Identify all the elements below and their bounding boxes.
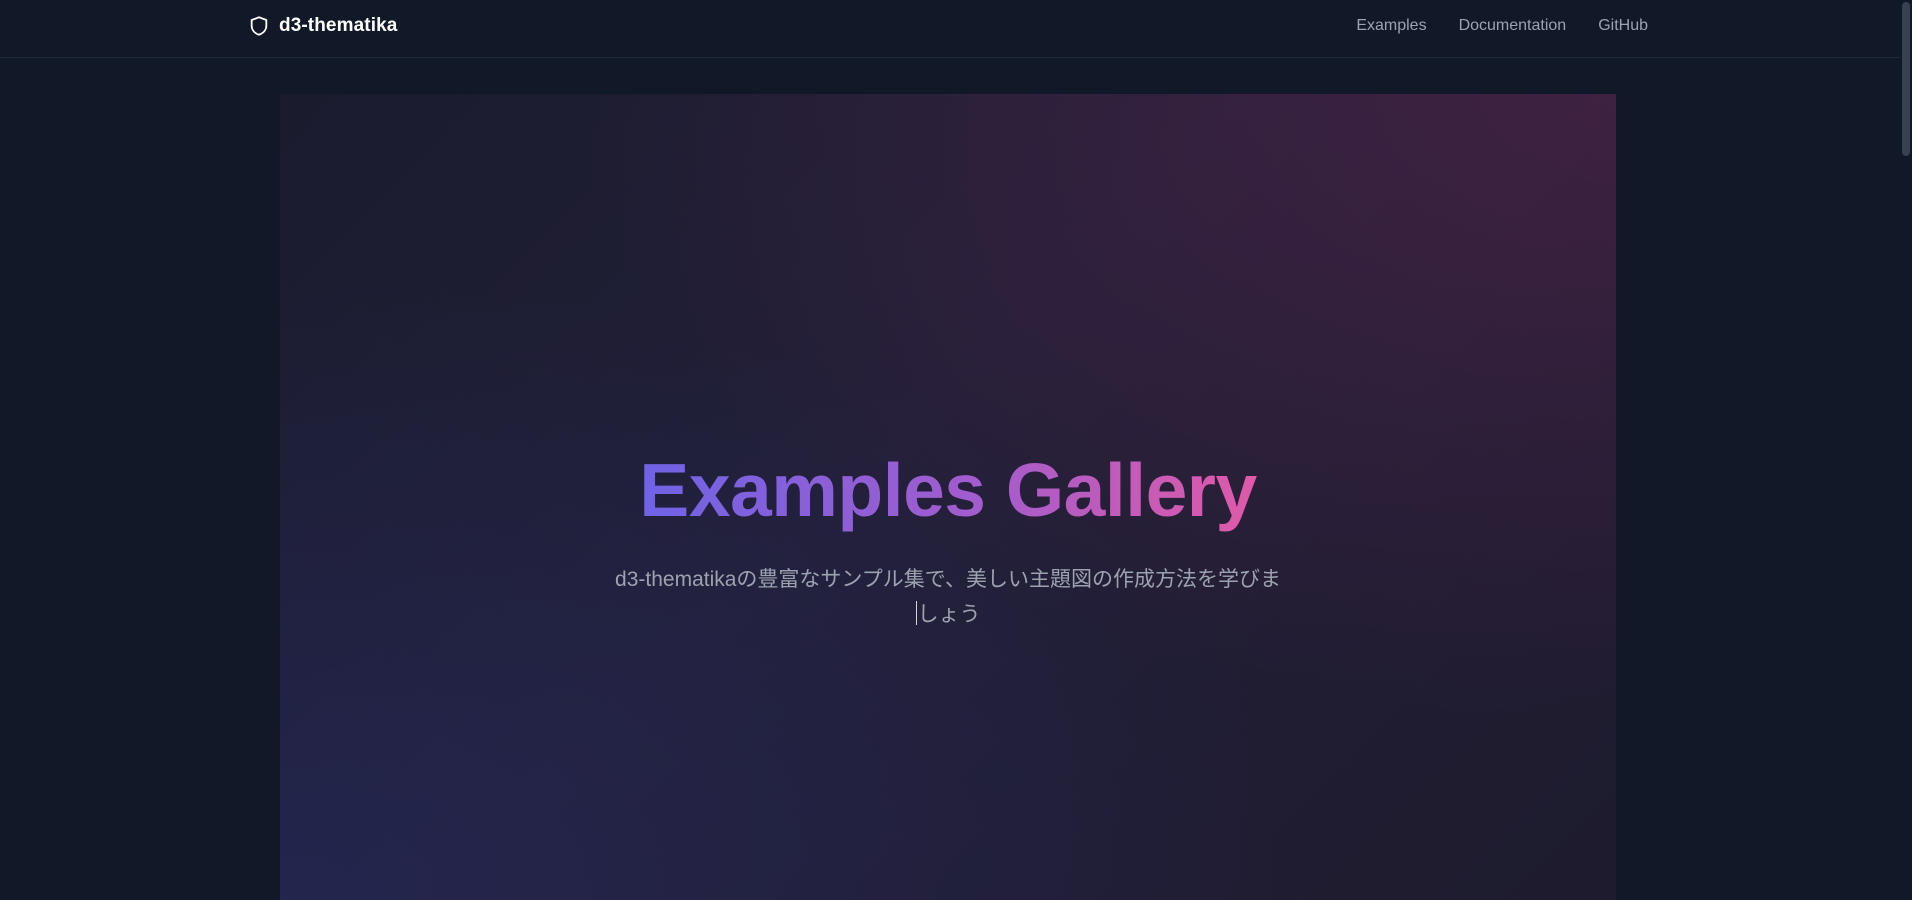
- hero-subtitle: d3-thematikaの豊富なサンプル集で、美しい主題図の作成方法を学びま しょ…: [580, 562, 1316, 632]
- page-title-text: Examples Gallery: [639, 448, 1257, 532]
- vertical-scrollbar[interactable]: [1900, 0, 1912, 900]
- nav-link-examples[interactable]: Examples: [1356, 17, 1426, 35]
- text-caret: [915, 601, 917, 625]
- nav-link-github[interactable]: GitHub: [1598, 17, 1648, 35]
- hero-subtitle-line-2: しょう: [917, 603, 981, 626]
- hero-subtitle-line-1: d3-thematikaの豊富なサンプル集で、美しい主題図の作成方法を学びま: [615, 568, 1281, 591]
- main-nav: Examples Documentation GitHub: [1356, 15, 1648, 37]
- shield-icon: [250, 16, 268, 36]
- top-navigation-bar: d3-thematika Examples Documentation GitH…: [0, 0, 1900, 58]
- hero-section: Examples Gallery d3-thematikaの豊富なサンプル集で、…: [280, 94, 1616, 900]
- page-title: Examples Gallery: [280, 446, 1616, 534]
- nav-link-documentation[interactable]: Documentation: [1459, 17, 1567, 35]
- brand-name: d3-thematika: [279, 15, 398, 36]
- page: d3-thematika Examples Documentation GitH…: [0, 0, 1912, 900]
- scrollbar-thumb[interactable]: [1902, 2, 1910, 156]
- brand-link[interactable]: d3-thematika: [248, 14, 397, 38]
